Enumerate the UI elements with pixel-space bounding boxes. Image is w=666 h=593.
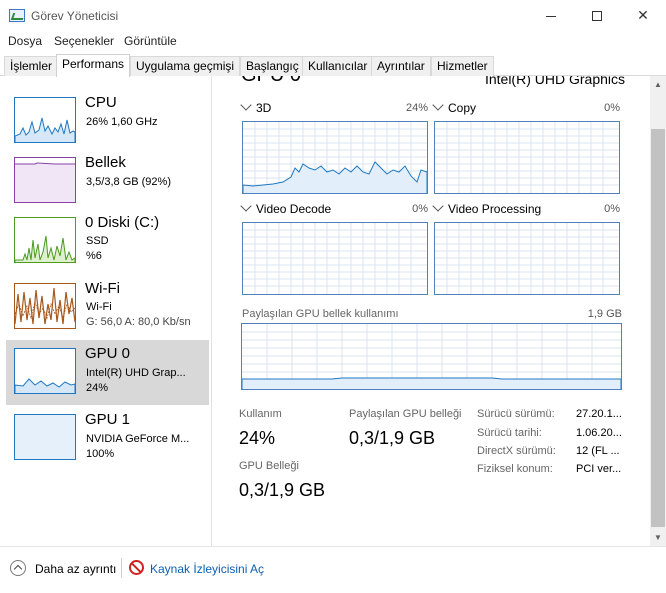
tab-services[interactable]: Hizmetler — [431, 56, 494, 76]
wifi-throughput: G: 56,0 A: 80,0 Kb/sn — [86, 316, 191, 328]
shared-memory-max: 1,9 GB — [587, 308, 622, 320]
tab-processes[interactable]: İşlemler — [4, 56, 59, 76]
physical-location-label: Fiziksel konum: — [477, 463, 553, 475]
tab-app-history[interactable]: Uygulama geçmişi — [130, 56, 241, 76]
scroll-up-arrow-icon[interactable]: ▲ — [650, 76, 666, 93]
chevron-down-icon — [432, 200, 444, 212]
shared-gpu-memory-value: 0,3/1,9 GB — [349, 428, 436, 448]
close-icon: ✕ — [637, 7, 649, 23]
tab-details[interactable]: Ayrıntılar — [371, 56, 431, 76]
gpu0-model: Intel(R) UHD Grap... — [86, 367, 186, 379]
directx-version-label: DirectX sürümü: — [477, 445, 556, 457]
graph-video-decode — [242, 222, 428, 295]
maximize-icon — [592, 11, 602, 22]
task-manager-icon — [9, 9, 25, 22]
resource-disk[interactable]: 0 Diski (C:) SSD %6 — [6, 209, 209, 274]
footer-separator — [121, 558, 122, 578]
gpu-memory-label: GPU Belleği — [239, 460, 299, 472]
gpu-memory-value: 0,3/1,9 GB — [239, 480, 326, 500]
gpu-model-name: Intel(R) UHD Graphics — [484, 76, 625, 87]
open-resource-monitor-link[interactable]: Kaynak İzleyicisini Aç — [150, 562, 264, 576]
gpu0-usage: 24% — [86, 382, 109, 394]
gpu0-thumbnail — [14, 348, 76, 394]
driver-version-label: Sürücü sürümü: — [477, 408, 555, 420]
graph-3d-percent: 24% — [405, 102, 428, 114]
vertical-scrollbar[interactable]: ▲ ▼ — [650, 76, 666, 546]
wifi-title: Wi-Fi — [85, 280, 120, 297]
chevron-down-icon — [240, 99, 252, 111]
gpu-heading: GPU 0 — [241, 76, 301, 87]
menu-file[interactable]: Dosya — [8, 34, 42, 48]
gpu1-title: GPU 1 — [85, 411, 131, 428]
cpu-title: CPU — [85, 94, 117, 111]
cpu-thumbnail — [14, 97, 76, 143]
graph-3d-label[interactable]: 3D — [240, 99, 271, 115]
shared-gpu-memory-label: Paylaşılan GPU belleği — [349, 408, 462, 420]
graph-video-decode-percent: 0% — [412, 203, 428, 215]
physical-location-value: PCI ver... — [576, 463, 622, 475]
memory-thumbnail — [14, 157, 76, 203]
window-title: Görev Yöneticisi — [31, 9, 119, 23]
tab-performance[interactable]: Performans — [56, 54, 131, 77]
gpu1-thumbnail — [14, 414, 76, 460]
maximize-button[interactable] — [574, 0, 620, 32]
driver-date-label: Sürücü tarihi: — [477, 427, 542, 439]
graph-video-processing-label[interactable]: Video Processing — [432, 200, 541, 216]
chevron-down-icon — [432, 99, 444, 111]
directx-version-value: 12 (FL ... — [576, 445, 620, 457]
resource-wifi[interactable]: Wi-Fi Wi-Fi G: 56,0 A: 80,0 Kb/sn — [6, 275, 209, 340]
driver-version-value: 27.20.1... — [576, 408, 622, 420]
resource-cpu[interactable]: CPU 26% 1,60 GHz — [6, 89, 209, 154]
gpu0-title: GPU 0 — [85, 345, 131, 362]
minimize-icon — [546, 15, 556, 17]
gpu1-model: NVIDIA GeForce M... — [86, 433, 190, 445]
wifi-thumbnail — [14, 283, 76, 329]
gpu1-usage: 100% — [86, 448, 115, 460]
resource-monitor-icon[interactable] — [129, 560, 144, 575]
shared-memory-graph — [241, 323, 622, 390]
usage-value: 24% — [239, 428, 276, 448]
graph-copy-percent: 0% — [604, 102, 620, 114]
resource-memory[interactable]: Bellek 3,5/3,8 GB (92%) — [6, 149, 209, 214]
tab-bar: İşlemler Performans Uygulama geçmişi Baş… — [0, 54, 666, 77]
minimize-button[interactable] — [528, 0, 574, 32]
tab-users[interactable]: Kullanıcılar — [302, 56, 374, 76]
driver-date-value: 1.06.20... — [576, 427, 622, 439]
disk-usage: %6 — [86, 250, 102, 262]
resource-gpu1[interactable]: GPU 1 NVIDIA GeForce M... 100% — [6, 406, 209, 471]
close-button[interactable]: ✕ — [620, 0, 666, 32]
resource-gpu0[interactable]: GPU 0 Intel(R) UHD Grap... 24% — [6, 340, 209, 405]
graph-video-processing — [434, 222, 620, 295]
disk-title: 0 Diski (C:) — [85, 214, 160, 231]
wifi-adapter: Wi-Fi — [86, 301, 112, 313]
memory-title: Bellek — [85, 154, 126, 171]
cpu-usage: 26% 1,60 GHz — [86, 116, 158, 128]
graph-copy — [434, 121, 620, 194]
menu-view[interactable]: Görüntüle — [124, 34, 177, 48]
fewer-details-button[interactable]: Daha az ayrıntı — [35, 562, 116, 576]
memory-usage: 3,5/3,8 GB (92%) — [86, 176, 171, 188]
shared-memory-graph-label: Paylaşılan GPU bellek kullanımı — [242, 308, 399, 320]
scroll-down-arrow-icon[interactable]: ▼ — [650, 529, 666, 546]
menu-bar: Dosya Seçenekler Görüntüle — [0, 32, 666, 52]
graph-copy-label[interactable]: Copy — [432, 99, 476, 115]
disk-type: SSD — [86, 235, 109, 247]
chevron-up-circle-icon[interactable] — [10, 560, 26, 576]
menu-options[interactable]: Seçenekler — [54, 34, 114, 48]
title-bar: Görev Yöneticisi ✕ — [0, 0, 666, 32]
chevron-down-icon — [240, 200, 252, 212]
graph-3d — [242, 121, 428, 194]
footer: Daha az ayrıntı Kaynak İzleyicisini Aç — [0, 546, 666, 593]
disk-thumbnail — [14, 217, 76, 263]
tab-startup[interactable]: Başlangıç — [240, 56, 305, 76]
usage-label: Kullanım — [239, 408, 282, 420]
scroll-thumb[interactable] — [651, 129, 665, 527]
resource-list: CPU 26% 1,60 GHz Bellek 3,5/3,8 GB (92%)… — [0, 76, 212, 546]
graph-video-processing-percent: 0% — [604, 203, 620, 215]
gpu-detail-panel: GPU 0 Intel(R) UHD Graphics 3D 24% Copy … — [213, 76, 650, 546]
graph-video-decode-label[interactable]: Video Decode — [240, 200, 331, 216]
